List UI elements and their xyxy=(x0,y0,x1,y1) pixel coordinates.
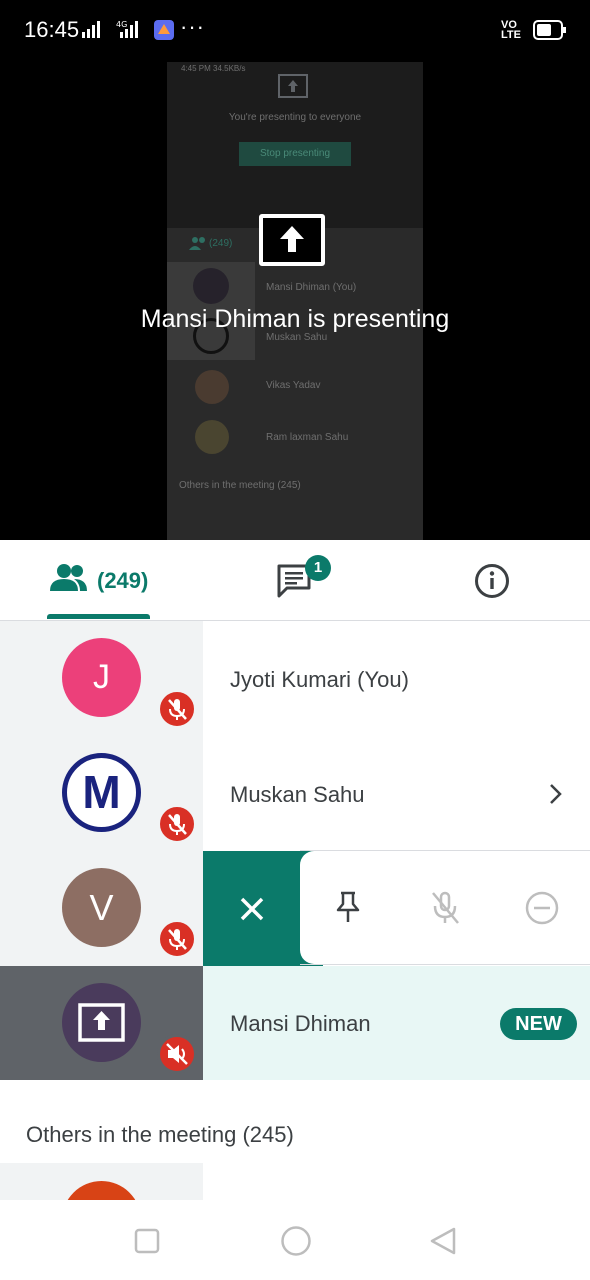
tab-info[interactable] xyxy=(450,540,534,618)
avatar xyxy=(62,1181,141,1200)
avatar xyxy=(62,983,141,1062)
close-icon xyxy=(240,897,264,921)
navigation-bar xyxy=(0,1200,590,1280)
volte-icon: VO LTE xyxy=(501,19,521,41)
new-badge: NEW xyxy=(500,1008,577,1040)
avatar: M xyxy=(62,753,141,832)
svg-text:4G: 4G xyxy=(116,20,127,29)
chat-unread-badge: 1 xyxy=(305,555,331,581)
present-screen-icon xyxy=(78,1003,125,1042)
presenting-badge xyxy=(259,214,325,266)
tab-indicator xyxy=(47,614,150,619)
mirror-people-icon xyxy=(189,237,205,250)
participant-name: Muskan Sahu xyxy=(230,782,365,807)
presenting-text: Mansi Dhiman is presenting xyxy=(140,305,450,333)
signal-icons: 4G xyxy=(82,20,174,40)
presentation-stage[interactable]: 4:45 PM 34.5KB/s You're presenting to ev… xyxy=(0,62,590,540)
mute-mic-icon[interactable] xyxy=(428,890,462,926)
mirror-presenting-text: You're presenting to everyone xyxy=(228,112,362,123)
pin-icon[interactable] xyxy=(334,890,362,924)
chevron-right-icon[interactable] xyxy=(548,782,564,806)
mirror-avatar-1 xyxy=(193,268,229,304)
status-time: 16:45 xyxy=(24,17,80,42)
mirror-people-count: (249) xyxy=(209,238,233,249)
tab-bar: (249) xyxy=(0,540,590,621)
participant-name: Jyoti Kumari (You) xyxy=(230,667,409,692)
tab-people-label: (249) xyxy=(97,568,149,593)
upload-arrow-icon xyxy=(280,226,304,252)
mirror-present-icon xyxy=(278,74,308,98)
avatar: J xyxy=(62,638,141,717)
mic-off-icon xyxy=(157,804,197,844)
home-icon[interactable] xyxy=(280,1225,312,1257)
mirror-stop-presenting: Stop presenting xyxy=(239,142,351,166)
mirror-participant-3: Vikas Yadav xyxy=(266,380,321,391)
others-heading: Others in the meeting (245) xyxy=(26,1122,294,1147)
divider xyxy=(300,964,590,965)
recents-icon[interactable] xyxy=(134,1228,160,1254)
mirror-avatar-4 xyxy=(195,420,229,454)
remove-icon[interactable] xyxy=(524,890,560,926)
more-status-icon: ··· xyxy=(180,14,205,39)
mirror-participant-1: Mansi Dhiman (You) xyxy=(266,282,357,293)
avatar: V xyxy=(62,868,141,947)
avatar-column xyxy=(0,1163,203,1200)
tab-chat[interactable] xyxy=(250,540,340,618)
back-icon[interactable] xyxy=(428,1226,458,1256)
info-icon xyxy=(475,564,509,598)
mirror-status-text: 4:45 PM 34.5KB/s xyxy=(181,64,246,73)
status-bar: 16:45 4G ··· VO LTE xyxy=(0,0,590,62)
mic-off-icon xyxy=(157,689,197,729)
screen-mirror: 4:45 PM 34.5KB/s You're presenting to ev… xyxy=(167,62,423,540)
battery-icon xyxy=(533,20,566,40)
volume-off-icon xyxy=(157,1034,197,1074)
mirror-avatar-3 xyxy=(195,370,229,404)
participant-name: Mansi Dhiman xyxy=(230,1011,371,1036)
mirror-others: Others in the meeting (245) xyxy=(179,480,301,491)
people-icon xyxy=(50,564,87,591)
mirror-participant-4: Ram laxman Sahu xyxy=(266,432,349,443)
mic-off-icon xyxy=(157,919,197,959)
